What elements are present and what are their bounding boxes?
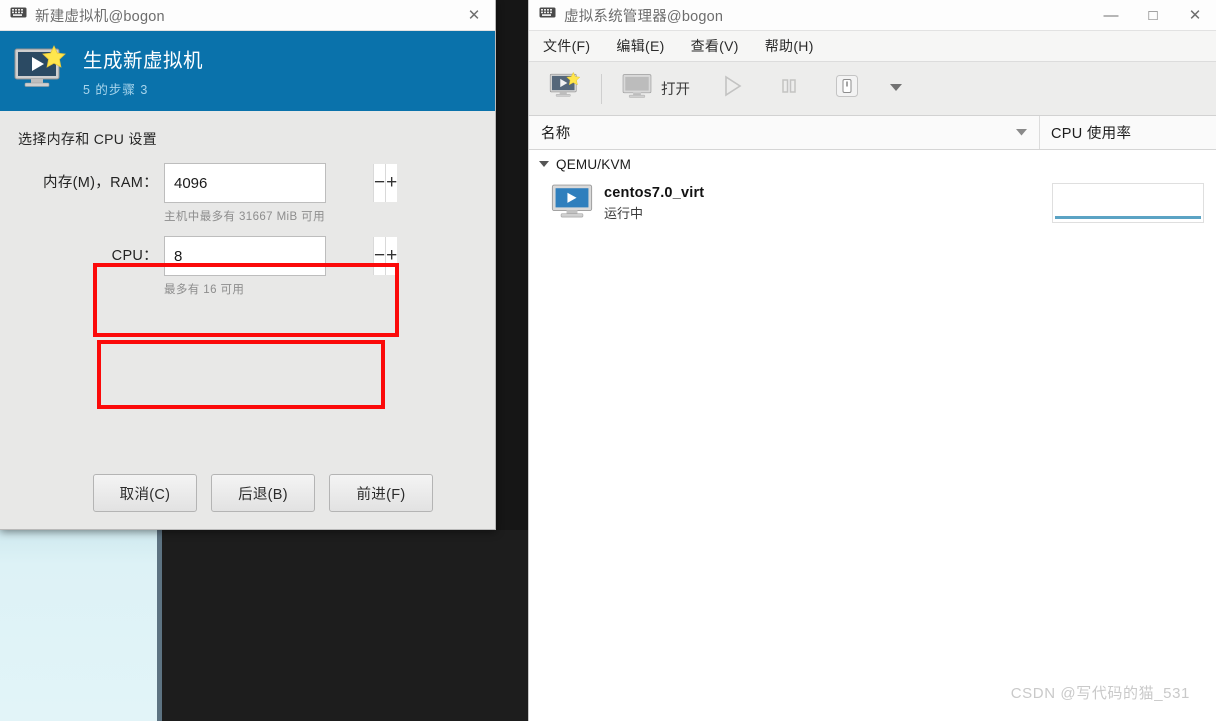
pause-icon [778, 75, 800, 102]
section-heading: 选择内存和 CPU 设置 [18, 131, 157, 147]
open-button-label: 打开 [661, 82, 690, 98]
wizard-header-banner: 生成新虚拟机 5 的步骤 3 [0, 31, 495, 111]
close-icon[interactable]: ✕ [453, 0, 495, 30]
forward-button[interactable]: 前进(F) [329, 474, 433, 512]
column-header-name-label: 名称 [541, 126, 571, 142]
cpu-spinner-wrap: − + 最多有 16 可用 [164, 236, 398, 297]
ram-increment-button[interactable]: + [385, 164, 398, 202]
vm-running-icon [551, 182, 593, 225]
new-vm-window-title: 新建虚拟机@bogon [35, 8, 165, 25]
menu-edit[interactable]: 编辑(E) [614, 33, 666, 59]
vm-cpu-usage-cell [1040, 183, 1216, 223]
maximize-icon[interactable]: □ [1132, 0, 1174, 30]
pause-button[interactable] [770, 69, 808, 109]
vm-row-main[interactable]: centos7.0_virt 运行中 [529, 182, 1040, 225]
cpu-usage-sparkline-line [1055, 216, 1201, 219]
ram-input[interactable] [165, 164, 373, 202]
virt-manager-titlebar: 虚拟系统管理器@bogon — □ ✕ [529, 0, 1216, 31]
ram-spinbox[interactable]: − + [164, 163, 398, 203]
wizard-footer: 取消(C) 后退(B) 前进(F) [0, 457, 495, 529]
play-icon [720, 74, 744, 103]
new-vm-titlebar: 新建虚拟机@bogon ✕ [0, 0, 495, 31]
wizard-body: 选择内存和 CPU 设置 内存(M)，RAM： − + 主机中最多有 31667… [0, 111, 495, 457]
new-vm-star-icon [13, 44, 67, 98]
backdrop-vertical-strip [496, 0, 1021, 530]
cpu-hint: 最多有 16 可用 [164, 284, 245, 296]
new-vm-button[interactable] [541, 69, 589, 109]
menu-file[interactable]: 文件(F) [541, 33, 592, 59]
vm-list: QEMU/KVM centos7.0_virt 运行中 [529, 150, 1216, 721]
vm-name: centos7.0_virt [604, 184, 705, 201]
vm-state: 运行中 [604, 205, 644, 221]
run-button[interactable] [712, 69, 752, 109]
cpu-spinbox[interactable]: − + [164, 236, 398, 276]
vm-row-texts: centos7.0_virt 运行中 [604, 185, 704, 222]
wizard-title: 生成新虚拟机 [83, 50, 204, 72]
cpu-usage-sparkline [1052, 183, 1204, 223]
cpu-label: CPU： [111, 248, 158, 264]
chevron-down-icon [1014, 124, 1029, 142]
cpu-form-row: CPU： − + 最多有 16 可用 [18, 236, 495, 297]
shutdown-icon [834, 73, 860, 104]
new-vm-star-icon [549, 71, 581, 106]
monitor-icon [622, 73, 652, 104]
wizard-step-indicator: 5 的步骤 3 [83, 83, 149, 97]
menubar: 文件(F) 编辑(E) 查看(V) 帮助(H) [529, 31, 1216, 62]
virt-manager-window: 虚拟系统管理器@bogon — □ ✕ 文件(F) 编辑(E) 查看(V) 帮助… [528, 0, 1216, 721]
vm-list-header: 名称 CPU 使用率 [529, 116, 1216, 150]
backdrop-dark-area [162, 530, 528, 721]
virt-manager-window-title: 虚拟系统管理器@bogon [564, 8, 724, 25]
cpu-input[interactable] [165, 237, 373, 275]
column-header-cpu-usage-label: CPU 使用率 [1051, 126, 1132, 142]
ram-form-row: 内存(M)，RAM： − + 主机中最多有 31667 MiB 可用 [18, 163, 495, 224]
table-row[interactable]: centos7.0_virt 运行中 [529, 178, 1216, 228]
toolbar: 打开 [529, 62, 1216, 116]
back-button[interactable]: 后退(B) [211, 474, 315, 512]
window-icon [10, 6, 27, 24]
column-header-cpu-usage[interactable]: CPU 使用率 [1040, 116, 1216, 149]
open-button[interactable]: 打开 [614, 69, 698, 109]
close-icon[interactable]: ✕ [1174, 0, 1216, 30]
shutdown-menu-button[interactable] [880, 69, 912, 109]
window-icon [539, 6, 556, 24]
annotation-box-cpu [97, 340, 385, 409]
connection-group-row[interactable]: QEMU/KVM [529, 150, 1216, 178]
connection-group-label: QEMU/KVM [556, 156, 632, 172]
wizard-header-texts: 生成新虚拟机 5 的步骤 3 [83, 44, 203, 98]
ram-spinner-wrap: − + 主机中最多有 31667 MiB 可用 [164, 163, 398, 224]
ram-label: 内存(M)，RAM： [43, 175, 158, 191]
watermark: CSDN @写代码的猫_531 [1010, 685, 1190, 702]
minimize-icon[interactable]: — [1090, 0, 1132, 30]
menu-help[interactable]: 帮助(H) [763, 33, 816, 59]
chevron-down-icon [888, 80, 904, 98]
new-vm-dialog: 新建虚拟机@bogon ✕ 生成新虚拟机 5 的步骤 3 选择内存和 CPU 设… [0, 0, 496, 530]
menu-view[interactable]: 查看(V) [689, 33, 741, 59]
ram-decrement-button[interactable]: − [373, 164, 386, 202]
cancel-button[interactable]: 取消(C) [93, 474, 197, 512]
triangle-down-icon[interactable] [539, 161, 549, 167]
toolbar-separator [601, 73, 602, 104]
shutdown-button[interactable] [826, 69, 868, 109]
backdrop-cyan-panel [0, 530, 157, 721]
ram-hint: 主机中最多有 31667 MiB 可用 [164, 211, 325, 223]
cpu-decrement-button[interactable]: − [373, 237, 386, 275]
column-header-name[interactable]: 名称 [529, 116, 1040, 149]
cpu-increment-button[interactable]: + [385, 237, 398, 275]
